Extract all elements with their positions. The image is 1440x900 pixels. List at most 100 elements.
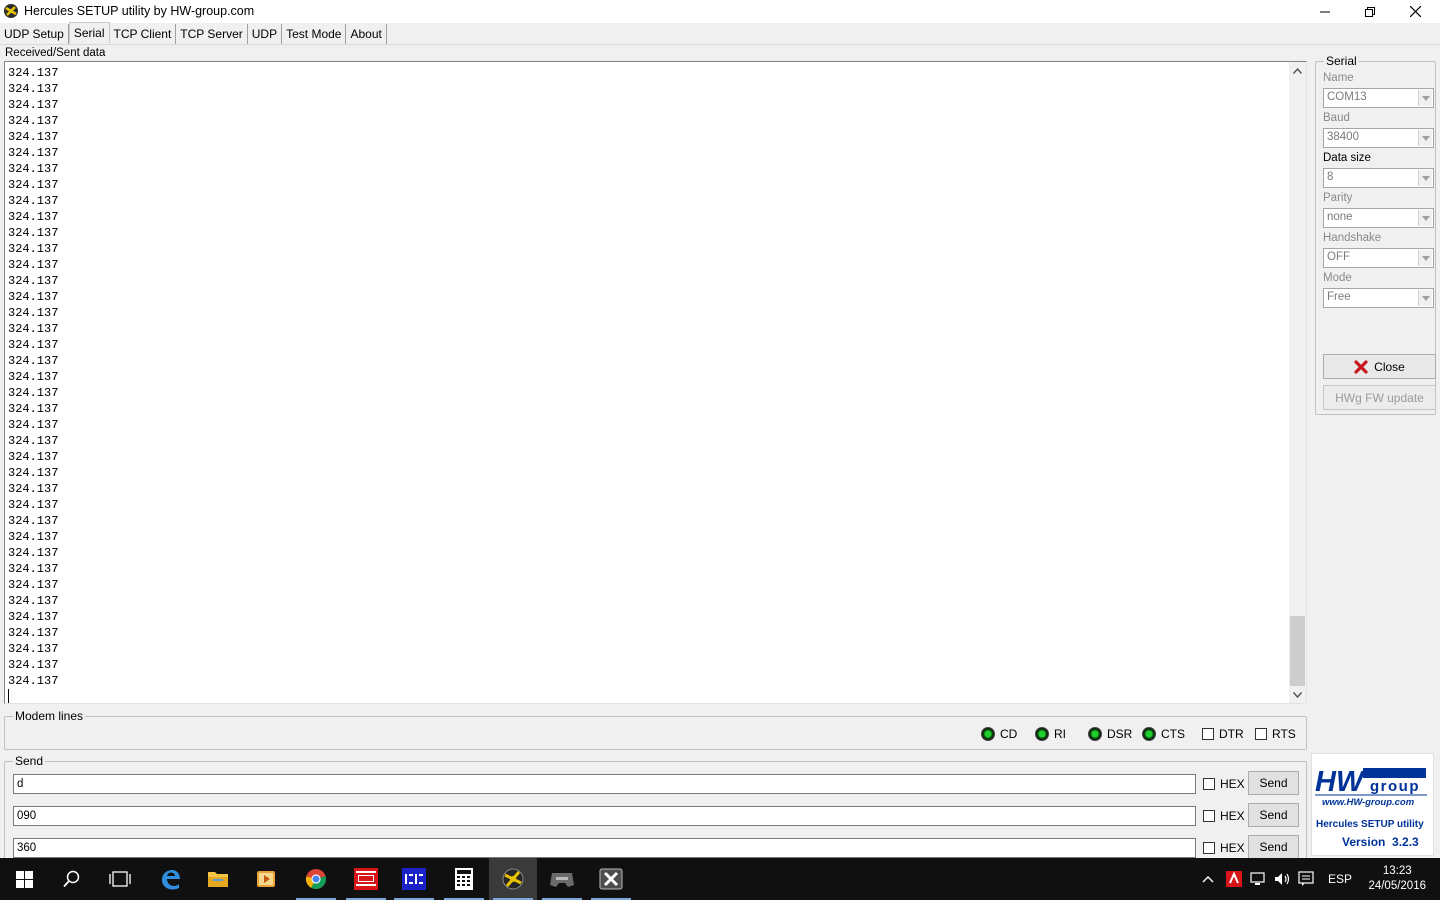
- port-name-value: COM13: [1327, 91, 1367, 103]
- send-input-1[interactable]: d: [13, 774, 1196, 794]
- chevron-down-icon: [1293, 691, 1302, 698]
- received-line: 324.137: [8, 482, 59, 496]
- tab-udp-setup[interactable]: UDP Setup: [0, 24, 69, 44]
- dropdown-arrow-icon[interactable]: [1418, 130, 1432, 146]
- send-button-1[interactable]: Send: [1248, 771, 1299, 795]
- dropdown-arrow-icon[interactable]: [1418, 90, 1432, 106]
- title-bar[interactable]: Hercules SETUP utility by HW-group.com: [0, 0, 1440, 23]
- text-caret: [8, 689, 9, 703]
- dropdown-arrow-icon[interactable]: [1418, 290, 1432, 306]
- xbox-taskbar-button[interactable]: [538, 858, 586, 900]
- received-line: 324.137: [8, 114, 59, 128]
- x-app-icon: [599, 868, 623, 890]
- checkbox-icon[interactable]: [1202, 728, 1214, 740]
- data-size-select[interactable]: 8: [1323, 168, 1434, 188]
- mode-select[interactable]: Free: [1323, 288, 1434, 308]
- fw-update-button[interactable]: HWg FW update: [1323, 385, 1436, 410]
- scroll-down-button[interactable]: [1289, 686, 1306, 703]
- close-icon: [1409, 6, 1421, 17]
- rts-checkbox[interactable]: RTS: [1255, 727, 1296, 741]
- tab-tcp-server[interactable]: TCP Server: [176, 24, 248, 44]
- volume-icon[interactable]: [1274, 872, 1292, 886]
- dropdown-arrow-icon[interactable]: [1418, 250, 1432, 266]
- received-line: 324.137: [8, 674, 59, 688]
- edge-taskbar-button[interactable]: [146, 858, 194, 900]
- search-button[interactable]: [48, 858, 96, 900]
- calculator-taskbar-button[interactable]: [440, 858, 488, 900]
- send-input-2[interactable]: 090: [13, 806, 1196, 826]
- baud-select[interactable]: 38400: [1323, 128, 1434, 148]
- x-app-taskbar-button[interactable]: [587, 858, 635, 900]
- checkbox-icon[interactable]: [1203, 842, 1215, 854]
- task-view-button[interactable]: [96, 858, 144, 900]
- hercules-taskbar-button[interactable]: [489, 858, 537, 900]
- logo-product-text: Hercules SETUP utility: [1316, 819, 1424, 830]
- received-line: 324.137: [8, 434, 59, 448]
- parity-select[interactable]: none: [1323, 208, 1434, 228]
- notifications-icon[interactable]: [1298, 871, 1314, 887]
- vertical-scrollbar[interactable]: [1289, 62, 1306, 703]
- tab-serial[interactable]: Serial: [68, 22, 110, 43]
- received-data-area[interactable]: 324.137 324.137 324.137 324.137 324.137 324.1…: [4, 61, 1307, 704]
- language-indicator[interactable]: ESP: [1328, 872, 1352, 886]
- chrome-taskbar-button[interactable]: [292, 858, 340, 900]
- minimize-button[interactable]: [1302, 0, 1348, 23]
- restore-button[interactable]: [1347, 0, 1393, 23]
- dtr-checkbox[interactable]: DTR: [1202, 727, 1244, 741]
- send-button-3[interactable]: Send: [1248, 835, 1299, 859]
- app-window: Hercules SETUP utility by HW-group.com U…: [0, 0, 1440, 861]
- received-line: 324.137: [8, 194, 59, 208]
- handshake-select[interactable]: OFF: [1323, 248, 1434, 268]
- tab-test-mode[interactable]: Test Mode: [282, 24, 347, 44]
- dtr-label: DTR: [1219, 727, 1244, 741]
- isis-taskbar-button[interactable]: [390, 858, 438, 900]
- antivirus-icon[interactable]: [1226, 871, 1242, 887]
- clock-date: 24/05/2016: [1368, 880, 1426, 892]
- led-indicator-icon: [981, 727, 995, 741]
- checkbox-icon[interactable]: [1203, 810, 1215, 822]
- dropdown-arrow-icon[interactable]: [1418, 210, 1432, 226]
- received-line: 324.137: [8, 290, 59, 304]
- data-size-label: Data size: [1323, 152, 1371, 164]
- name-label: Name: [1323, 72, 1354, 84]
- received-line: 324.137: [8, 498, 59, 512]
- start-button[interactable]: [0, 858, 48, 900]
- network-icon[interactable]: [1250, 872, 1268, 886]
- send-button-2[interactable]: Send: [1248, 803, 1299, 827]
- edge-icon: [162, 870, 180, 890]
- media-player-taskbar-button[interactable]: [242, 858, 290, 900]
- led-cts-label: CTS: [1161, 727, 1185, 741]
- scroll-up-button[interactable]: [1289, 62, 1306, 79]
- received-line: 324.137: [8, 146, 59, 160]
- logo-hw-text: HW: [1315, 766, 1366, 798]
- tab-tcp-client[interactable]: TCP Client: [109, 24, 177, 44]
- modem-lines-label: Modem lines: [13, 709, 86, 723]
- port-name-select[interactable]: COM13: [1323, 88, 1434, 108]
- baud-value: 38400: [1327, 131, 1359, 143]
- close-port-button[interactable]: Close: [1323, 354, 1436, 379]
- hex-checkbox-3[interactable]: HEX: [1203, 841, 1245, 855]
- hex-checkbox-2[interactable]: HEX: [1203, 809, 1245, 823]
- ares-taskbar-button[interactable]: [342, 858, 390, 900]
- received-line: 324.137: [8, 306, 59, 320]
- taskbar-clock[interactable]: 13:23 24/05/2016: [1368, 864, 1426, 894]
- led-ri-label: RI: [1054, 727, 1066, 741]
- dropdown-arrow-icon[interactable]: [1418, 170, 1432, 186]
- received-line: 324.137: [8, 98, 59, 112]
- send-input-3[interactable]: 360: [13, 838, 1196, 858]
- received-line: 324.137: [8, 130, 59, 144]
- hex-checkbox-1[interactable]: HEX: [1203, 777, 1245, 791]
- chevron-up-icon[interactable]: [1202, 875, 1214, 883]
- hw-group-logo-graphic: HW group www.HW-group.com Hercules SETUP…: [1315, 766, 1427, 849]
- file-explorer-taskbar-button[interactable]: [194, 858, 242, 900]
- close-port-label: Close: [1374, 359, 1405, 374]
- logo-version-text: Version 3.2.3: [1342, 835, 1419, 849]
- scroll-thumb[interactable]: [1290, 616, 1305, 686]
- checkbox-icon[interactable]: [1203, 778, 1215, 790]
- checkbox-icon[interactable]: [1255, 728, 1267, 740]
- tab-udp[interactable]: UDP: [247, 24, 283, 44]
- serial-settings-group: Serial Name COM13 Baud 38400 Data size 8…: [1315, 54, 1436, 415]
- close-window-button[interactable]: [1392, 0, 1438, 23]
- tab-about[interactable]: About: [346, 24, 387, 44]
- received-line: 324.137: [8, 402, 59, 416]
